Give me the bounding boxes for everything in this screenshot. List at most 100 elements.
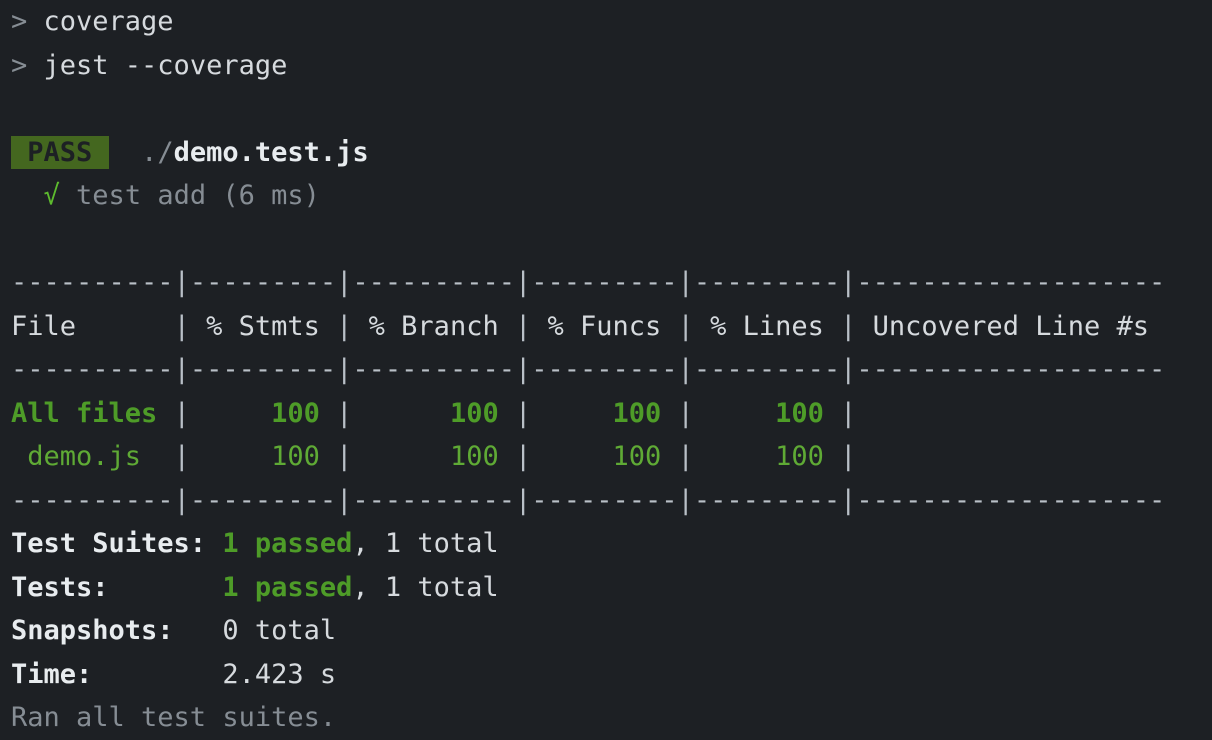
rule-seg-stmts: --------- bbox=[189, 267, 337, 298]
row1-pipe-3: | bbox=[514, 441, 532, 472]
column-header-branch: % Branch bbox=[352, 310, 515, 342]
cell-uncovered bbox=[856, 441, 872, 472]
summary-value-time: 2.423 s bbox=[222, 658, 337, 690]
column-header-uncovered: Uncovered Line #s bbox=[856, 310, 1149, 342]
spacer-line-2 bbox=[0, 218, 1212, 262]
cell-file-name: demo.js bbox=[11, 441, 174, 472]
rule3-pipe-4: | bbox=[677, 484, 694, 516]
row1-pipe-4: | bbox=[677, 441, 694, 472]
row1-pipe-1: | bbox=[173, 441, 190, 472]
summary-label-snapshots: Snapshots: bbox=[11, 615, 223, 646]
suite-result-line: PASS ./demo.test.js bbox=[0, 131, 1212, 175]
test-indent bbox=[11, 180, 44, 211]
summary-label-test-suites: Test Suites: bbox=[11, 528, 223, 559]
cell-funcs: 100 bbox=[531, 441, 678, 472]
footer-text: Ran all test suites. bbox=[11, 702, 337, 733]
header-pipe-4: | bbox=[677, 310, 694, 342]
prompt-command-jest: jest --coverage bbox=[43, 49, 288, 81]
table-rule-bottom: ----------|---------|----------|--------… bbox=[0, 479, 1212, 523]
prompt-symbol-2: > bbox=[11, 49, 44, 81]
row0-pipe-2: | bbox=[336, 397, 353, 429]
rule3-pipe-1: | bbox=[173, 484, 190, 516]
prompt-line-coverage: > coverage bbox=[0, 0, 1212, 44]
cell-uncovered bbox=[856, 398, 872, 429]
check-icon: √ bbox=[43, 180, 60, 211]
rule2-pipe-1: | bbox=[173, 354, 190, 385]
header-pipe-5: | bbox=[840, 310, 857, 342]
rule3-pipe-5: | bbox=[840, 484, 857, 516]
rule2-pipe-3: | bbox=[514, 354, 532, 385]
rule3-seg-file: ---------- bbox=[11, 484, 174, 516]
terminal-window: > coverage > jest --coverage PASS ./demo… bbox=[0, 0, 1212, 736]
rule2-pipe-2: | bbox=[336, 354, 353, 385]
cell-file-name: All files bbox=[11, 397, 174, 429]
rule3-pipe-2: | bbox=[336, 484, 353, 516]
spacer-line-1 bbox=[0, 87, 1212, 131]
row0-pipe-1: | bbox=[173, 397, 190, 429]
column-header-stmts: % Stmts bbox=[189, 310, 337, 342]
rule2-seg-uncovered: ------------------- bbox=[856, 354, 1166, 385]
rule2-seg-stmts: --------- bbox=[189, 354, 337, 385]
table-row: demo.js | 100 | 100 | 100 | 100 | bbox=[0, 435, 1212, 479]
table-row: All files | 100 | 100 | 100 | 100 | bbox=[0, 392, 1212, 436]
column-header-lines: % Lines bbox=[693, 310, 841, 342]
cell-lines: 100 bbox=[693, 441, 841, 472]
summary-value-total: , 1 total bbox=[352, 528, 499, 559]
test-gap-2 bbox=[206, 180, 222, 211]
rule-seg-file: ---------- bbox=[11, 267, 174, 298]
rule2-seg-funcs: --------- bbox=[531, 354, 678, 385]
rule2-seg-lines: --------- bbox=[693, 354, 841, 385]
rule2-pipe-5: | bbox=[840, 354, 857, 385]
rule2-seg-branch: ---------- bbox=[352, 354, 515, 385]
column-header-file: File bbox=[11, 310, 174, 342]
cell-stmts: 100 bbox=[189, 397, 337, 429]
row0-pipe-4: | bbox=[677, 397, 694, 429]
rule3-seg-branch: ---------- bbox=[352, 484, 515, 516]
summary-time: Time: 2.423 s bbox=[0, 653, 1212, 697]
suite-path-prefix: ./ bbox=[141, 136, 174, 168]
rule-pipe-5: | bbox=[840, 267, 857, 298]
row0-pipe-3: | bbox=[514, 397, 532, 429]
rule-pipe-2: | bbox=[336, 267, 353, 298]
rule3-seg-lines: --------- bbox=[693, 484, 841, 516]
rule3-seg-stmts: --------- bbox=[189, 484, 337, 516]
prompt-line-jest: > jest --coverage bbox=[0, 44, 1212, 88]
suite-path-file: demo.test.js bbox=[173, 136, 369, 168]
summary-label-time: Time: bbox=[11, 658, 223, 690]
cell-funcs: 100 bbox=[531, 397, 678, 429]
cell-branch: 100 bbox=[352, 441, 515, 472]
summary-value-total: , 1 total bbox=[352, 571, 499, 603]
rule-seg-branch: ---------- bbox=[352, 267, 515, 298]
status-badge: PASS bbox=[11, 135, 109, 169]
rule3-seg-funcs: --------- bbox=[531, 484, 678, 516]
test-case-line: √ test add (6 ms) bbox=[0, 174, 1212, 218]
table-rule-top: ----------|---------|----------|--------… bbox=[0, 261, 1212, 305]
summary-value-passed: 1 passed bbox=[222, 528, 353, 559]
test-name: test add bbox=[76, 180, 207, 211]
rule-pipe-4: | bbox=[677, 267, 694, 298]
rule-pipe-1: | bbox=[173, 267, 190, 298]
rule3-seg-uncovered: ------------------- bbox=[856, 484, 1166, 516]
summary-test-suites: Test Suites: 1 passed, 1 total bbox=[0, 522, 1212, 566]
cell-stmts: 100 bbox=[189, 441, 337, 472]
badge-gap bbox=[109, 137, 142, 168]
cell-lines: 100 bbox=[693, 397, 841, 429]
cell-branch: 100 bbox=[352, 397, 515, 429]
prompt-command-coverage: coverage bbox=[43, 6, 174, 37]
prompt-symbol: > bbox=[11, 6, 44, 37]
summary-snapshots: Snapshots: 0 total bbox=[0, 609, 1212, 653]
row0-pipe-5: | bbox=[840, 397, 857, 429]
row1-pipe-2: | bbox=[336, 441, 353, 472]
row1-pipe-5: | bbox=[840, 441, 857, 472]
header-pipe-2: | bbox=[336, 310, 353, 342]
table-header-row: File | % Stmts | % Branch | % Funcs | % … bbox=[0, 305, 1212, 349]
summary-footer: Ran all test suites. bbox=[0, 696, 1212, 740]
rule-pipe-3: | bbox=[514, 267, 532, 298]
column-header-funcs: % Funcs bbox=[531, 310, 678, 342]
test-duration: (6 ms) bbox=[222, 180, 320, 211]
summary-value-snapshots: 0 total bbox=[222, 615, 337, 646]
rule2-seg-file: ---------- bbox=[11, 354, 174, 385]
summary-value-passed: 1 passed bbox=[222, 571, 353, 603]
rule2-pipe-4: | bbox=[677, 354, 694, 385]
header-pipe-1: | bbox=[173, 310, 190, 342]
